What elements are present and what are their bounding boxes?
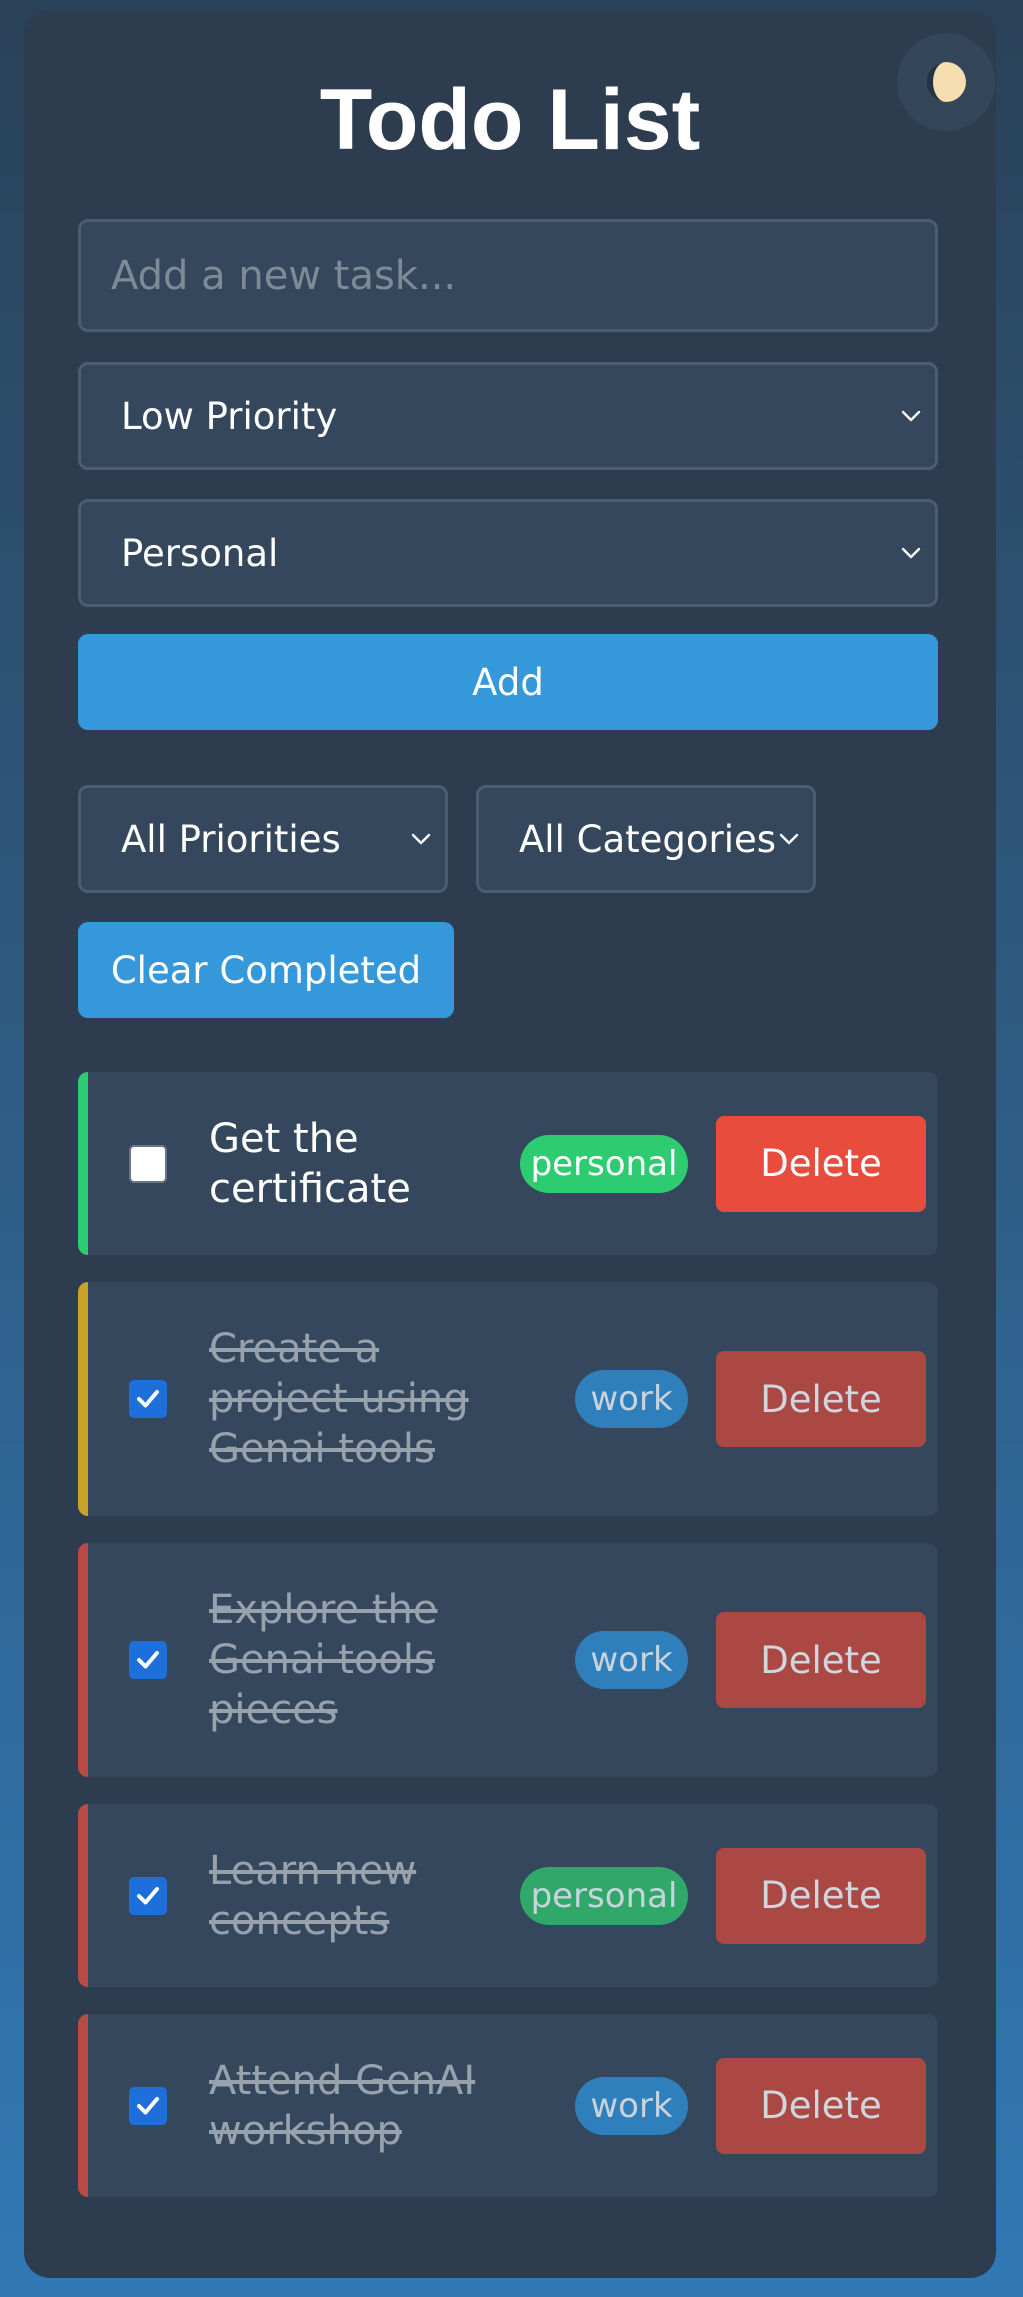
priority-indicator: [78, 1282, 88, 1516]
task-input[interactable]: Add a new task...: [78, 219, 938, 332]
add-button[interactable]: Add: [78, 634, 938, 730]
category-select-value: Personal: [121, 531, 279, 575]
category-select[interactable]: Personal: [78, 499, 938, 607]
priority-filter-select[interactable]: All Priorities: [78, 785, 448, 893]
theme-toggle-button[interactable]: [897, 33, 995, 131]
task-item: Attend GenAI workshop work Delete: [78, 2014, 938, 2197]
checkmark-icon: [137, 2096, 159, 2114]
task-checkbox[interactable]: [129, 1380, 167, 1418]
task-input-placeholder: Add a new task...: [111, 252, 457, 299]
checkmark-icon: [137, 1651, 159, 1669]
priority-select[interactable]: Low Priority: [78, 362, 938, 470]
moon-icon: [926, 62, 966, 102]
chevron-down-icon: [411, 833, 431, 845]
task-item: Create a project using Genai tools work …: [78, 1282, 938, 1516]
checkmark-icon: [137, 1886, 159, 1904]
task-checkbox[interactable]: [129, 1876, 167, 1915]
category-filter-select[interactable]: All Categories: [476, 785, 816, 893]
priority-indicator: [78, 1072, 88, 1255]
task-text: Explore the Genai tools pieces: [209, 1587, 438, 1733]
task-item: Learn new concepts personal Delete: [78, 1804, 938, 1987]
task-item: Explore the Genai tools pieces work Dele…: [78, 1543, 938, 1777]
checkmark-icon: [137, 1390, 159, 1408]
task-text: Create a project using Genai tools: [209, 1326, 469, 1472]
chevron-down-icon: [901, 547, 921, 559]
delete-button[interactable]: Delete: [716, 2057, 926, 2154]
priority-select-value: Low Priority: [121, 394, 338, 438]
page-title: Todo List: [319, 72, 701, 168]
task-text: Attend GenAI workshop: [209, 2057, 476, 2154]
category-tag: personal: [520, 1866, 688, 1925]
task-checkbox[interactable]: [129, 1641, 167, 1679]
delete-button[interactable]: Delete: [716, 1847, 926, 1944]
task-text: Get the certificate: [209, 1115, 411, 1212]
delete-button[interactable]: Delete: [716, 1612, 926, 1708]
chevron-down-icon: [779, 833, 799, 845]
priority-indicator: [78, 1543, 88, 1777]
task-item: Get the certificate personal Delete: [78, 1072, 938, 1255]
priority-filter-value: All Priorities: [121, 817, 341, 861]
todo-card: Todo List Add a new task... Low Priority…: [24, 10, 996, 2278]
category-tag: work: [575, 1631, 688, 1689]
category-tag: work: [575, 2076, 688, 2135]
priority-indicator: [78, 1804, 88, 1987]
priority-indicator: [78, 2014, 88, 2197]
delete-button[interactable]: Delete: [716, 1115, 926, 1212]
task-checkbox[interactable]: [129, 1144, 167, 1183]
clear-completed-button[interactable]: Clear Completed: [78, 922, 454, 1018]
category-tag: personal: [520, 1134, 688, 1193]
task-text: Learn new concepts: [209, 1847, 417, 1944]
chevron-down-icon: [901, 410, 921, 422]
delete-button[interactable]: Delete: [716, 1351, 926, 1447]
category-tag: work: [575, 1370, 688, 1428]
task-checkbox[interactable]: [129, 2086, 167, 2125]
category-filter-value: All Categories: [519, 817, 777, 861]
